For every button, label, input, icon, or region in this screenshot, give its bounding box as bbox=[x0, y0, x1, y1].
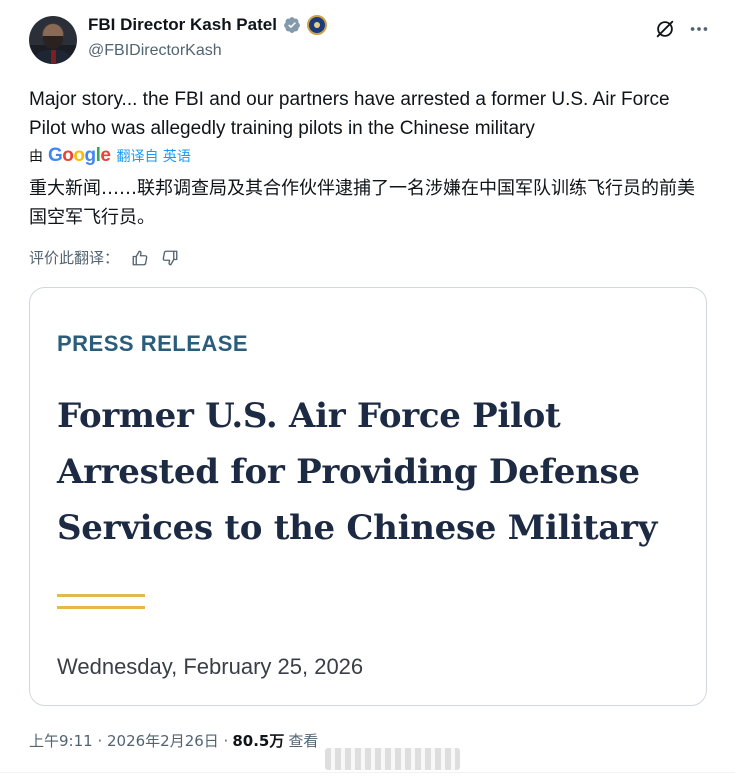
avatar-tie bbox=[51, 50, 56, 64]
press-release-card[interactable]: PRESS RELEASE Former U.S. Air Force Pilo… bbox=[29, 287, 707, 706]
translation-attribution: 由 Google 翻译自 英语 bbox=[29, 145, 191, 167]
tweet-text: Major story... the FBI and our partners … bbox=[29, 89, 670, 139]
press-release-label: PRESS RELEASE bbox=[57, 331, 249, 356]
press-release-headline: Former U.S. Air Force Pilot Arrested for… bbox=[57, 396, 658, 548]
gold-divider bbox=[57, 594, 145, 597]
avatar-beard bbox=[43, 36, 63, 49]
author-name[interactable]: FBI Director Kash Patel bbox=[88, 15, 277, 35]
translation-by-label: 由 bbox=[29, 149, 43, 165]
watermark bbox=[325, 748, 460, 770]
tweet-timestamp[interactable]: 上午9:11 · 2026年2月26日 · bbox=[29, 730, 228, 751]
seal-icon[interactable] bbox=[306, 15, 327, 35]
rate-translation-label: 评价此翻译： bbox=[29, 249, 120, 267]
google-logo: Google bbox=[48, 145, 111, 166]
thumbs-down-icon[interactable] bbox=[161, 249, 179, 267]
author-row: FBI Director Kash Patel bbox=[88, 15, 327, 35]
press-release-date: Wednesday, February 25, 2026 bbox=[57, 654, 364, 679]
view-count: 80.5万 bbox=[232, 732, 285, 750]
translated-text: 重大新闻……联邦调查局及其合作伙伴逮捕了一名涉嫌在中国军队训练飞行员的前美国空军… bbox=[29, 178, 695, 228]
tweet-meta: 上午9:11 · 2026年2月26日 · 80.5万 查看 bbox=[29, 730, 318, 751]
divider bbox=[0, 772, 735, 773]
view-count-label: 查看 bbox=[288, 732, 319, 750]
author-handle[interactable]: @FBIDirectorKash bbox=[88, 42, 222, 60]
thumbs-up-icon[interactable] bbox=[131, 249, 149, 267]
avatar[interactable] bbox=[29, 16, 77, 64]
grok-icon[interactable] bbox=[654, 18, 676, 40]
more-icon[interactable] bbox=[688, 18, 710, 40]
verified-badge-icon[interactable] bbox=[283, 16, 301, 34]
translated-from-link[interactable]: 翻译自 英语 bbox=[116, 146, 190, 166]
gold-divider bbox=[57, 606, 145, 609]
rate-translation-row: 评价此翻译： bbox=[29, 247, 179, 268]
